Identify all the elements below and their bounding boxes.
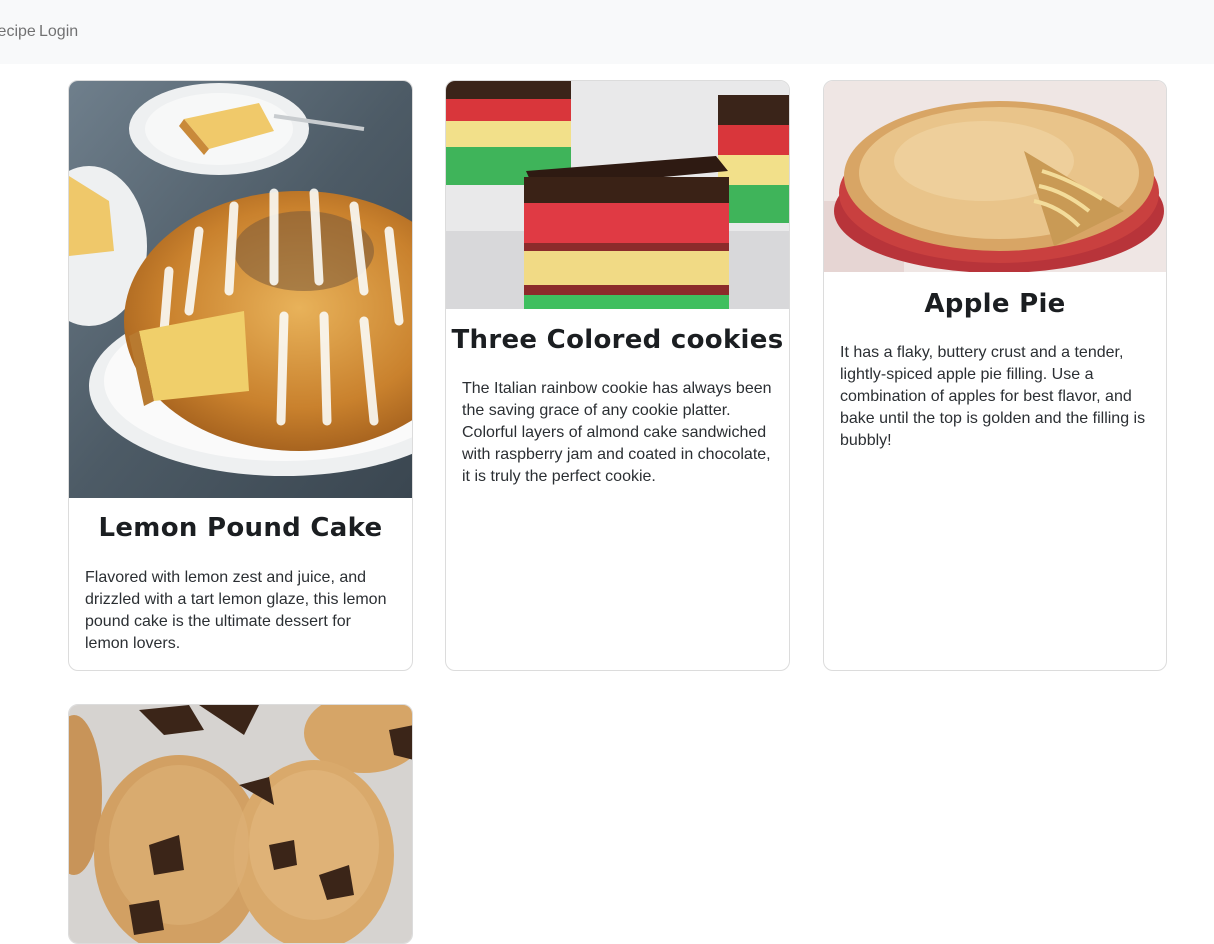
apple-pie-image [824, 81, 1166, 272]
card-description: Flavored with lemon zest and juice, and … [85, 569, 387, 652]
rainbow-cookies-image [446, 81, 789, 309]
card-title: Three Colored cookies [451, 325, 784, 355]
chocolate-chip-cookies-image [69, 705, 412, 943]
recipe-card-lemon-pound-cake[interactable]: Lemon Pound Cake Flavored with lemon zes… [68, 80, 413, 671]
nav-link-recipe[interactable]: Recipe [0, 22, 36, 42]
lemon-bundt-cake-image [69, 81, 412, 498]
recipe-card-apple-pie[interactable]: Apple Pie It has a flaky, buttery crust … [823, 80, 1167, 671]
card-title: Lemon Pound Cake [98, 513, 383, 543]
card-description: The Italian rainbow cookie has always be… [462, 380, 772, 485]
top-navbar: Recipe Login [0, 0, 1214, 64]
nav-link-login[interactable]: Login [39, 22, 78, 42]
card-description: It has a flaky, buttery crust and a tend… [840, 344, 1146, 449]
recipe-card-chocolate-chip-cookies[interactable] [68, 704, 413, 944]
card-title: Apple Pie [924, 289, 1066, 319]
recipe-card-three-colored-cookies[interactable]: Three Colored cookies The Italian rainbo… [445, 80, 790, 671]
